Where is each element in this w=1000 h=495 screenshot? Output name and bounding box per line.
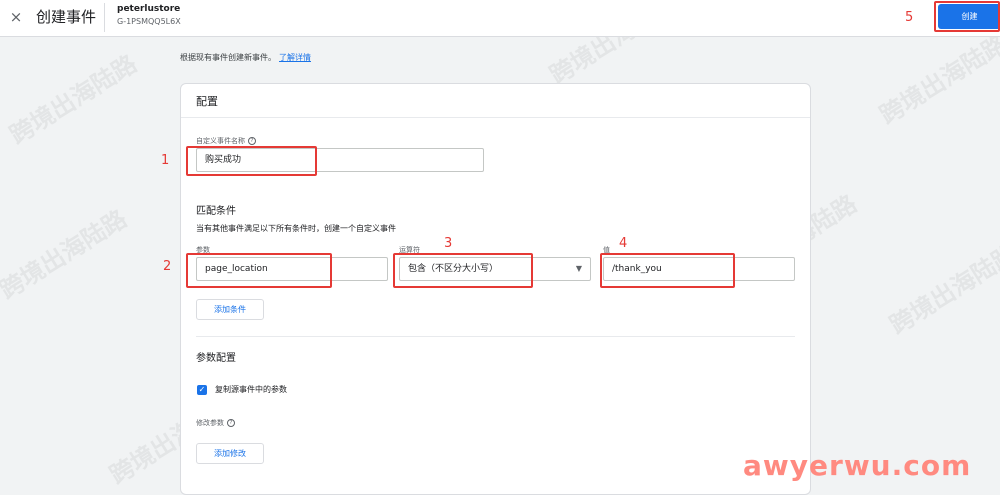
copy-params-checkbox[interactable]: ✓ <box>197 385 207 395</box>
modify-params-label-text: 修改参数 <box>196 419 224 427</box>
add-condition-button[interactable]: 添加条件 <box>196 299 264 320</box>
annotation-box-3 <box>393 253 533 288</box>
card-divider <box>181 117 810 118</box>
intro-description: 根据现有事件创建新事件。 <box>180 53 276 62</box>
learn-more-link[interactable]: 了解详情 <box>279 53 311 62</box>
card-title: 配置 <box>196 95 218 108</box>
arrow-drop-down-icon: ▼ <box>575 264 582 273</box>
match-conditions-title: 匹配条件 <box>196 206 236 217</box>
annotation-number-2: 2 <box>163 259 172 274</box>
property-name: peterlustore <box>117 4 181 14</box>
close-icon[interactable]: × <box>8 7 24 27</box>
add-modification-button[interactable]: 添加修改 <box>196 443 264 464</box>
copy-params-label: 复制源事件中的参数 <box>215 385 287 394</box>
header-divider <box>104 3 105 32</box>
check-icon: ✓ <box>198 385 206 394</box>
watermark: 跨境出海陆路 <box>4 49 142 150</box>
annotation-number-5: 5 <box>905 10 914 25</box>
parameter-config-title: 参数配置 <box>196 353 236 364</box>
annotation-number-3: 3 <box>444 236 453 251</box>
property-id: G-1PSMQQ5L6X <box>117 17 181 26</box>
match-conditions-description: 当有其他事件满足以下所有条件时，创建一个自定义事件 <box>196 224 396 233</box>
site-watermark: awyerwu.com <box>743 449 972 482</box>
watermark: 跨境出海陆路 <box>874 29 1000 130</box>
annotation-box-1 <box>186 146 317 176</box>
event-name-label: 自定义事件名称? <box>196 137 256 146</box>
annotation-number-4: 4 <box>619 236 628 251</box>
help-icon[interactable]: ? <box>248 137 256 145</box>
modify-params-label: 修改参数? <box>196 419 235 428</box>
intro-text: 根据现有事件创建新事件。 了解详情 <box>180 52 311 64</box>
page-title: 创建事件 <box>36 8 97 26</box>
top-bar: × 创建事件 peterlustore G-1PSMQQ5L6X 创建 <box>0 0 1000 37</box>
annotation-box-4 <box>600 253 735 288</box>
annotation-box-2 <box>186 253 332 288</box>
config-card: 配置 自定义事件名称? 购买成功 匹配条件 当有其他事件满足以下所有条件时，创建… <box>180 83 811 495</box>
watermark: 跨境出海陆路 <box>0 204 132 305</box>
watermark: 跨境出海陆路 <box>884 239 1000 340</box>
section-divider <box>196 336 795 337</box>
annotation-number-1: 1 <box>161 153 170 168</box>
annotation-box-5 <box>934 1 1000 32</box>
help-icon[interactable]: ? <box>227 419 235 427</box>
event-name-label-text: 自定义事件名称 <box>196 137 245 145</box>
